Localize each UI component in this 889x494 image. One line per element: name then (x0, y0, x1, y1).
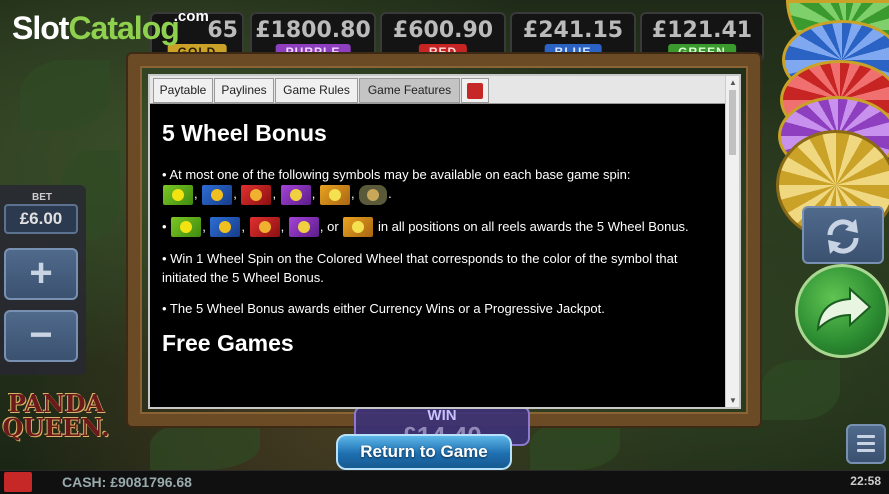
jackpot-blue-amount: £241.15 (522, 18, 624, 43)
wheel-bonus-p2-bullet: • (162, 218, 167, 234)
game-logo-line2: QUEEN. (2, 413, 110, 442)
scroll-up-icon[interactable]: ▲ (729, 78, 737, 87)
free-games-title: Free Games (162, 330, 294, 357)
dialog-tabbar: Paytable Paylines Game Rules Game Featur… (150, 76, 727, 104)
logo-slot-text: Slot (12, 10, 69, 46)
slotcatalog-logo: SlotCatalog .com (12, 8, 209, 47)
wheel-bonus-title: 5 Wheel Bonus (162, 120, 327, 146)
blue-symbol-icon (202, 184, 233, 205)
red-symbol-icon (249, 217, 280, 238)
return-to-game-button[interactable]: Return to Game (336, 434, 512, 470)
provider-logo-icon (4, 472, 32, 492)
jackpot-red-amount: £600.90 (392, 18, 494, 43)
tab-paylines[interactable]: Paylines (214, 78, 274, 103)
wheel-bonus-p3: • Win 1 Wheel Spin on the Colored Wheel … (162, 251, 678, 286)
menu-line-icon (857, 449, 875, 452)
jackpot-green-amount: £121.41 (651, 18, 753, 43)
menu-button[interactable] (846, 424, 886, 464)
menu-line-icon (857, 435, 875, 438)
scroll-down-icon[interactable]: ▼ (729, 396, 737, 405)
wheel-bonus-p2-or: , or (319, 218, 339, 234)
purple-symbol-icon (280, 184, 311, 205)
bet-decrease-button[interactable]: − (4, 310, 78, 362)
wheel-bonus-p2: • , , , , or in all positions on all ree… (162, 217, 717, 238)
wheel-bonus-p2-text: in all positions on all reels awards the… (377, 218, 689, 234)
cash-balance: CASH: £9081796.68 (62, 474, 192, 490)
jackpot-purple-amount: £1800.80 (255, 18, 371, 43)
gold-symbol-icon (319, 184, 350, 205)
logo-com-text: .com (173, 8, 209, 25)
tab-game-features[interactable]: Game Features (359, 78, 460, 103)
wheel-bonus-p1: • At most one of the following symbols m… (162, 165, 717, 205)
menu-line-icon (857, 442, 875, 445)
autoplay-button[interactable] (802, 206, 884, 264)
refresh-icon (827, 219, 859, 254)
scrollbar-thumb[interactable] (729, 90, 736, 155)
red-symbol-icon (241, 184, 272, 205)
tab-paytable[interactable]: Paytable (153, 78, 213, 103)
logo-catalog-text: Catalog (68, 10, 179, 46)
blue-symbol-icon (210, 217, 241, 238)
bet-value: £6.00 (4, 204, 78, 234)
tab-game-rules[interactable]: Game Rules (275, 78, 358, 103)
wheel-bonus-p4: • The 5 Wheel Bonus awards either Curren… (162, 301, 605, 317)
wheel-bonus-p1-text: • At most one of the following symbols m… (162, 167, 631, 182)
spin-button[interactable] (795, 264, 889, 358)
game-info-dialog: Paytable Paylines Game Rules Game Featur… (148, 74, 741, 409)
gold-symbol-icon (343, 217, 374, 238)
provider-logo-icon (467, 83, 483, 99)
dialog-content: 5 Wheel Bonus • At most one of the follo… (162, 106, 717, 406)
clock: 22:58 (850, 474, 881, 488)
spin-arrow-icon (816, 286, 872, 332)
green-symbol-icon (163, 184, 193, 205)
green-symbol-icon (171, 217, 202, 238)
tab-provider-logo[interactable] (461, 78, 489, 103)
bet-label: BET (32, 192, 52, 203)
purple-symbol-icon (288, 217, 319, 238)
bet-increase-button[interactable]: + (4, 248, 78, 300)
panda-symbol-icon (359, 184, 388, 205)
dialog-scrollbar[interactable]: ▲ ▼ (725, 76, 739, 407)
panda-queen-logo: PANDA QUEEN. (0, 392, 112, 440)
